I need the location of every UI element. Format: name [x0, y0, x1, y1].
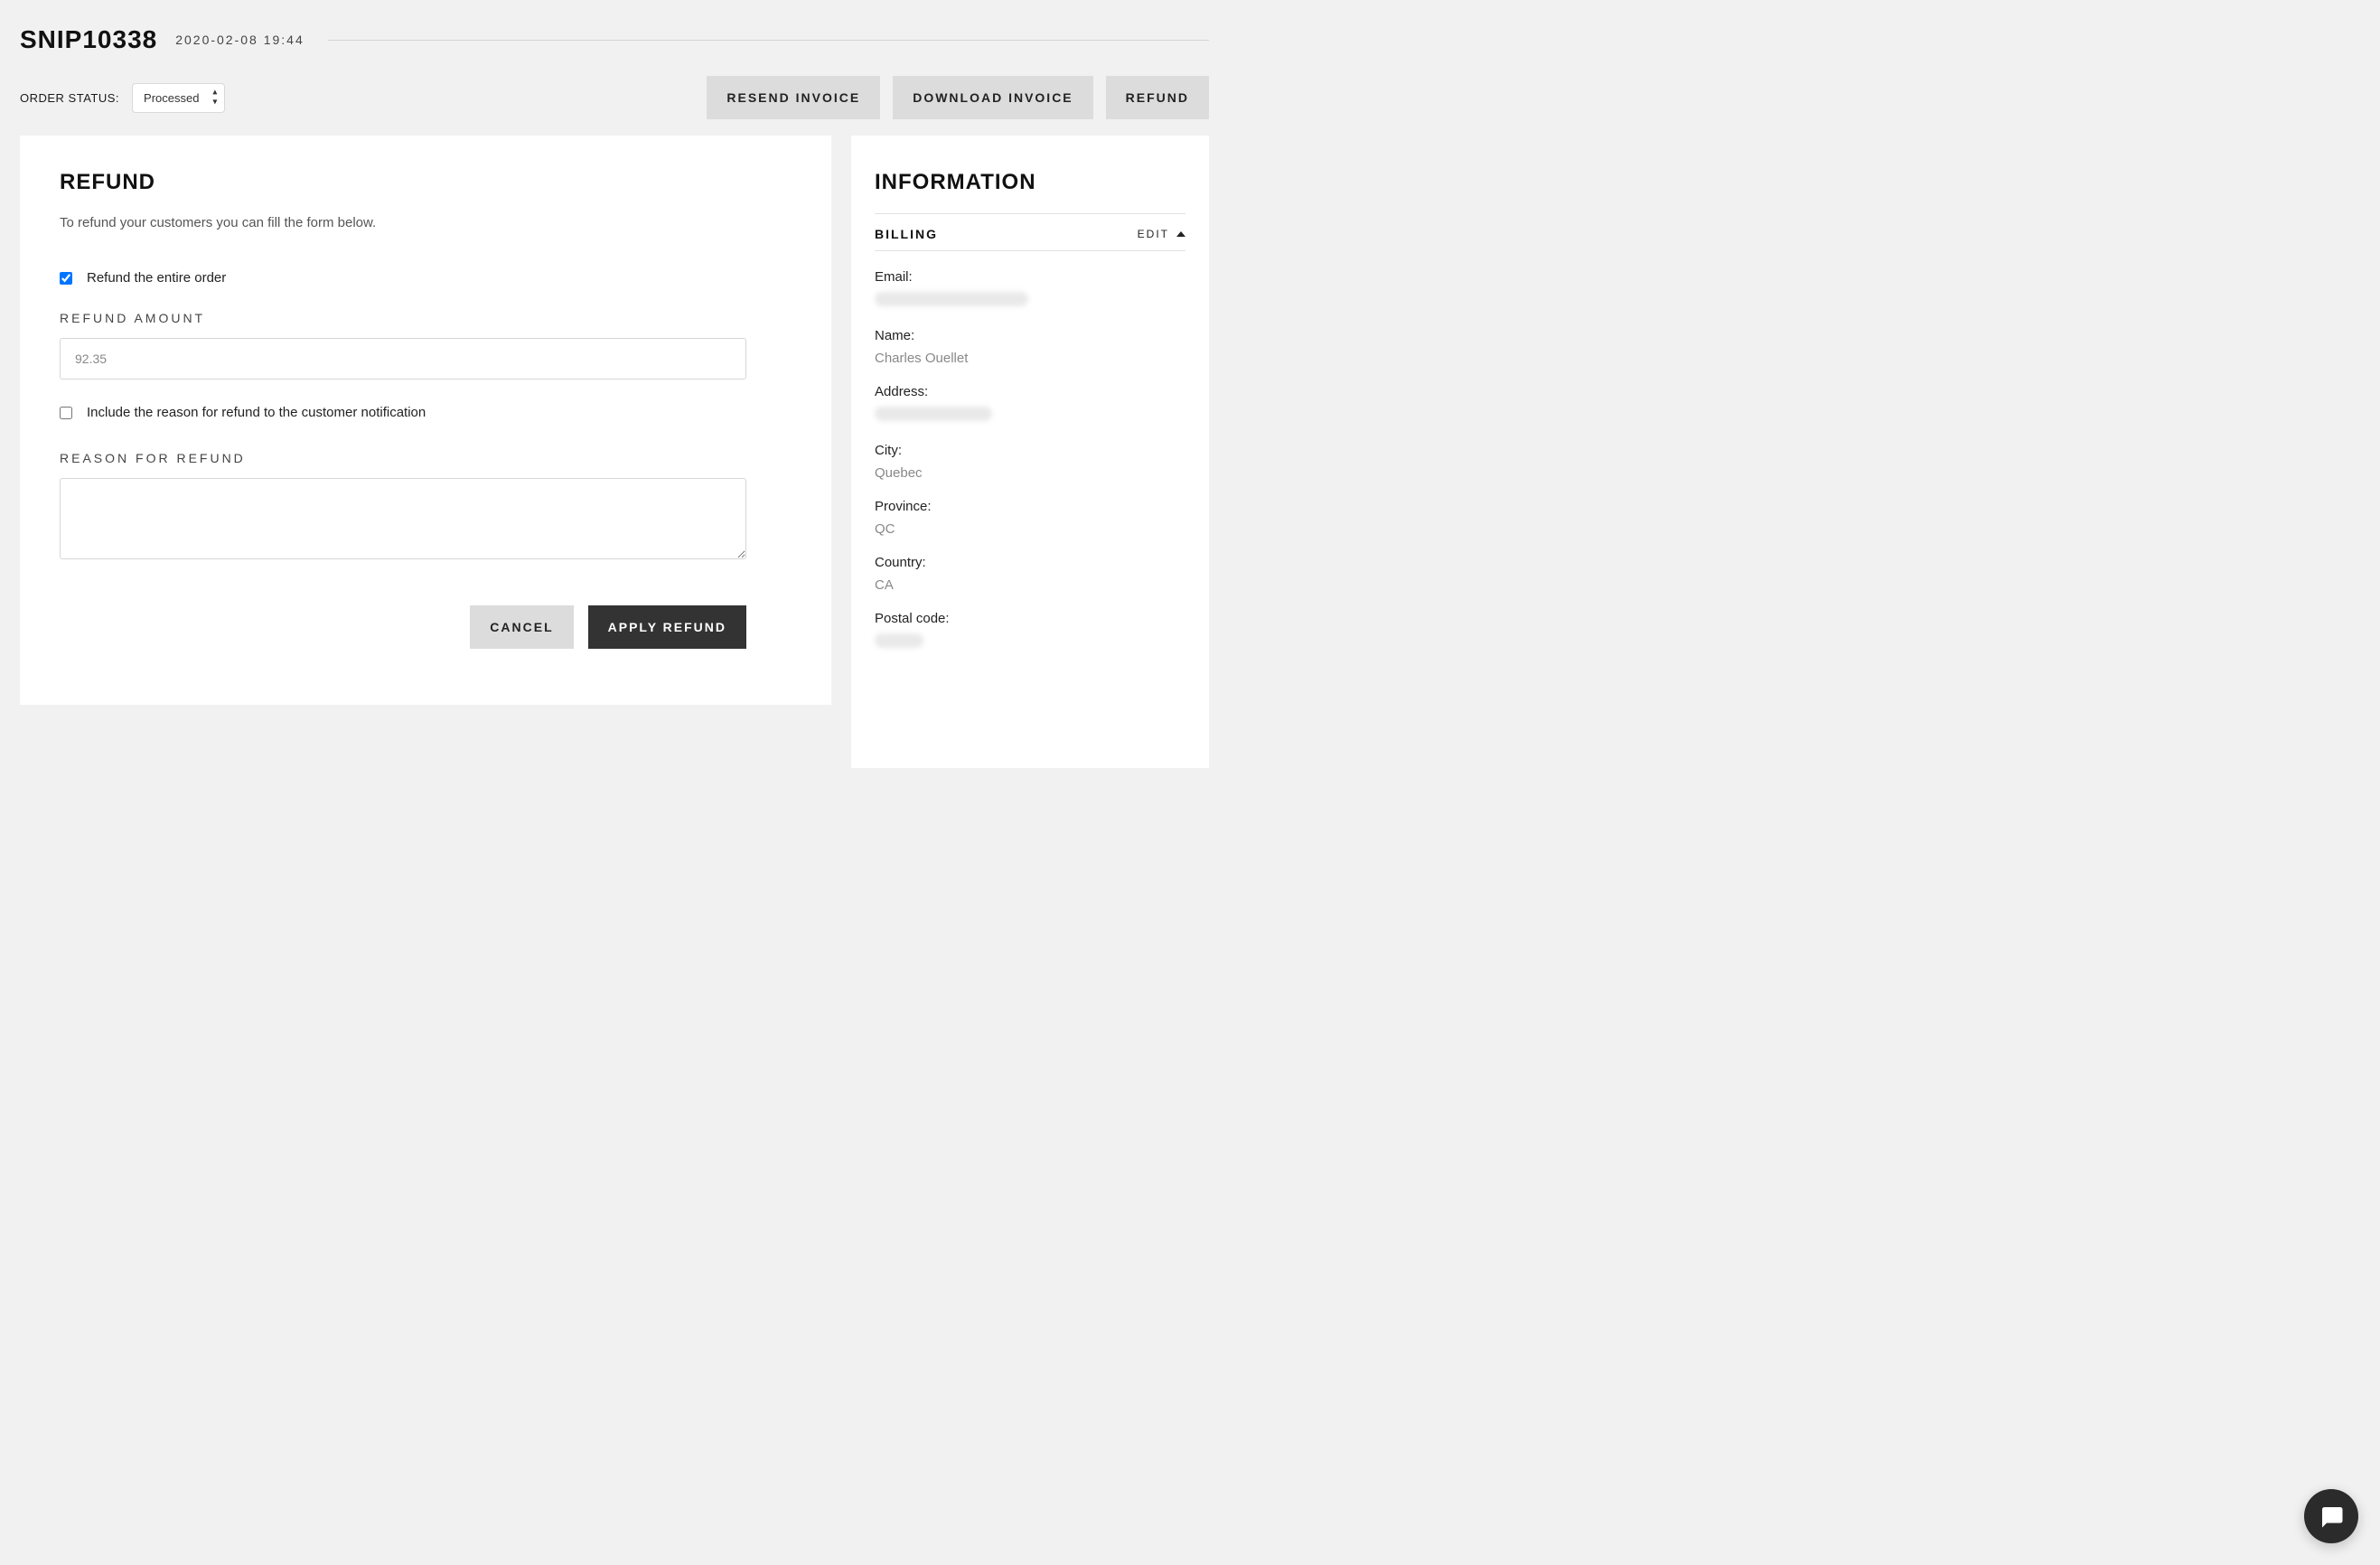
- header-actions: RESEND INVOICE DOWNLOAD INVOICE REFUND: [707, 76, 1209, 119]
- city-value: Quebec: [875, 465, 1185, 481]
- postal-value: [875, 633, 1185, 651]
- billing-title: BILLING: [875, 227, 938, 241]
- country-value: CA: [875, 577, 1185, 593]
- country-label: Country:: [875, 555, 1185, 570]
- province-value: QC: [875, 521, 1185, 537]
- refund-entire-label: Refund the entire order: [87, 270, 226, 286]
- email-value: [875, 292, 1185, 310]
- information-panel: INFORMATION BILLING EDIT Email: Name: Ch…: [851, 136, 1209, 768]
- order-id: SNIP10338: [20, 25, 157, 54]
- resend-invoice-button[interactable]: RESEND INVOICE: [707, 76, 880, 119]
- select-caret-icon: ▴▾: [212, 89, 217, 108]
- address-value: [875, 407, 1185, 425]
- order-status: ORDER STATUS: Processed ▴▾: [20, 83, 225, 113]
- cancel-button[interactable]: CANCEL: [470, 605, 573, 649]
- refund-title: REFUND: [60, 170, 792, 195]
- refund-panel: REFUND To refund your customers you can …: [20, 136, 831, 705]
- refund-amount-label: REFUND AMOUNT: [60, 311, 792, 325]
- order-status-select[interactable]: Processed ▴▾: [132, 83, 225, 113]
- city-label: City:: [875, 443, 1185, 458]
- apply-refund-button[interactable]: APPLY REFUND: [588, 605, 746, 649]
- divider: [875, 213, 1185, 214]
- include-reason-label: Include the reason for refund to the cus…: [87, 405, 426, 420]
- chat-widget-button[interactable]: [2304, 1489, 2358, 1543]
- email-label: Email:: [875, 269, 1185, 285]
- reason-label: REASON FOR REFUND: [60, 451, 792, 465]
- divider: [875, 250, 1185, 251]
- page-header: SNIP10338 2020-02-08 19:44: [20, 25, 1209, 54]
- include-reason-checkbox[interactable]: [60, 407, 72, 419]
- order-date: 2020-02-08 19:44: [175, 33, 305, 47]
- name-value: Charles Ouellet: [875, 351, 1185, 366]
- include-reason-row[interactable]: Include the reason for refund to the cus…: [60, 405, 792, 420]
- refund-subtext: To refund your customers you can fill th…: [60, 215, 792, 230]
- order-status-value: Processed: [144, 91, 199, 105]
- download-invoice-button[interactable]: DOWNLOAD INVOICE: [893, 76, 1092, 119]
- divider: [328, 40, 1209, 41]
- billing-edit-toggle[interactable]: EDIT: [1138, 228, 1185, 240]
- order-status-label: ORDER STATUS:: [20, 91, 119, 105]
- caret-up-icon: [1176, 231, 1185, 237]
- address-label: Address:: [875, 384, 1185, 399]
- refund-amount-input[interactable]: [60, 338, 746, 380]
- postal-label: Postal code:: [875, 611, 1185, 626]
- reason-textarea[interactable]: [60, 478, 746, 559]
- information-title: INFORMATION: [875, 170, 1185, 195]
- refund-form-actions: CANCEL APPLY REFUND: [60, 605, 746, 649]
- name-label: Name:: [875, 328, 1185, 343]
- billing-edit-label: EDIT: [1138, 228, 1169, 240]
- province-label: Province:: [875, 499, 1185, 514]
- refund-entire-checkbox[interactable]: [60, 272, 72, 285]
- chat-icon: [2318, 1503, 2345, 1530]
- refund-button[interactable]: REFUND: [1106, 76, 1209, 119]
- refund-entire-row[interactable]: Refund the entire order: [60, 270, 792, 286]
